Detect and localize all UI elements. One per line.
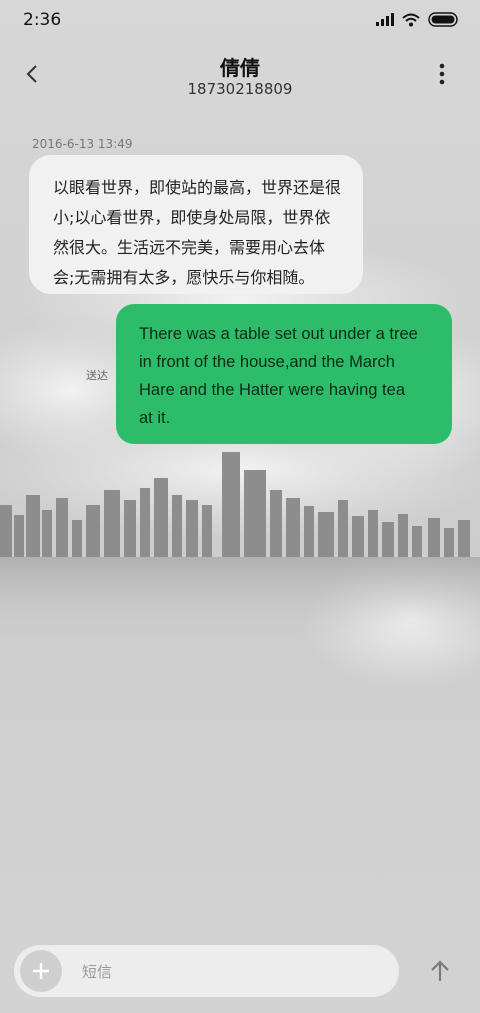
delivery-status: 送达 xyxy=(86,369,108,382)
status-icons xyxy=(376,12,460,27)
message-line: There was a table set out under a tree xyxy=(139,325,418,343)
message-line: 会;无需拥有太多，愿快乐与你相随。 xyxy=(53,268,315,287)
message-line: Hare and the Hatter were having tea xyxy=(139,381,405,399)
message-timestamp: 2016-6-13 13:49 xyxy=(32,137,133,151)
message-input[interactable] xyxy=(80,956,384,988)
wifi-icon xyxy=(402,13,420,26)
signal-icon xyxy=(376,13,394,26)
battery-icon xyxy=(428,12,458,27)
message-line: in front of the house,and the March xyxy=(139,353,395,371)
send-button[interactable] xyxy=(424,955,456,987)
status-time: 2:36 xyxy=(23,10,62,30)
contact-name: 倩倩 xyxy=(220,56,260,80)
plus-icon xyxy=(33,963,49,979)
more-options-button[interactable] xyxy=(430,56,454,92)
status-bar: 2:36 xyxy=(0,0,480,42)
contact-number: 18730218809 xyxy=(187,80,293,98)
message-line: 小;以心看世界，即使身处局限，世界依 xyxy=(53,208,331,227)
wallpaper-background xyxy=(0,240,480,690)
conversation-header: 倩倩 18730218809 xyxy=(0,42,480,112)
outgoing-message-bubble[interactable]: There was a table set out under a tree i… xyxy=(116,304,452,444)
message-line: 然很大。生活远不完美，需要用心去体 xyxy=(53,238,326,257)
arrow-up-icon xyxy=(431,960,449,981)
more-vertical-icon xyxy=(439,63,445,85)
add-attachment-button[interactable] xyxy=(20,950,62,992)
message-line: at it. xyxy=(139,409,171,427)
message-line: 以眼看世界，即使站的最高，世界还是很 xyxy=(53,178,342,197)
incoming-message-bubble[interactable]: 以眼看世界，即使站的最高，世界还是很 小;以心看世界，即使身处局限，世界依 然很… xyxy=(29,155,363,294)
message-composer xyxy=(14,945,399,997)
